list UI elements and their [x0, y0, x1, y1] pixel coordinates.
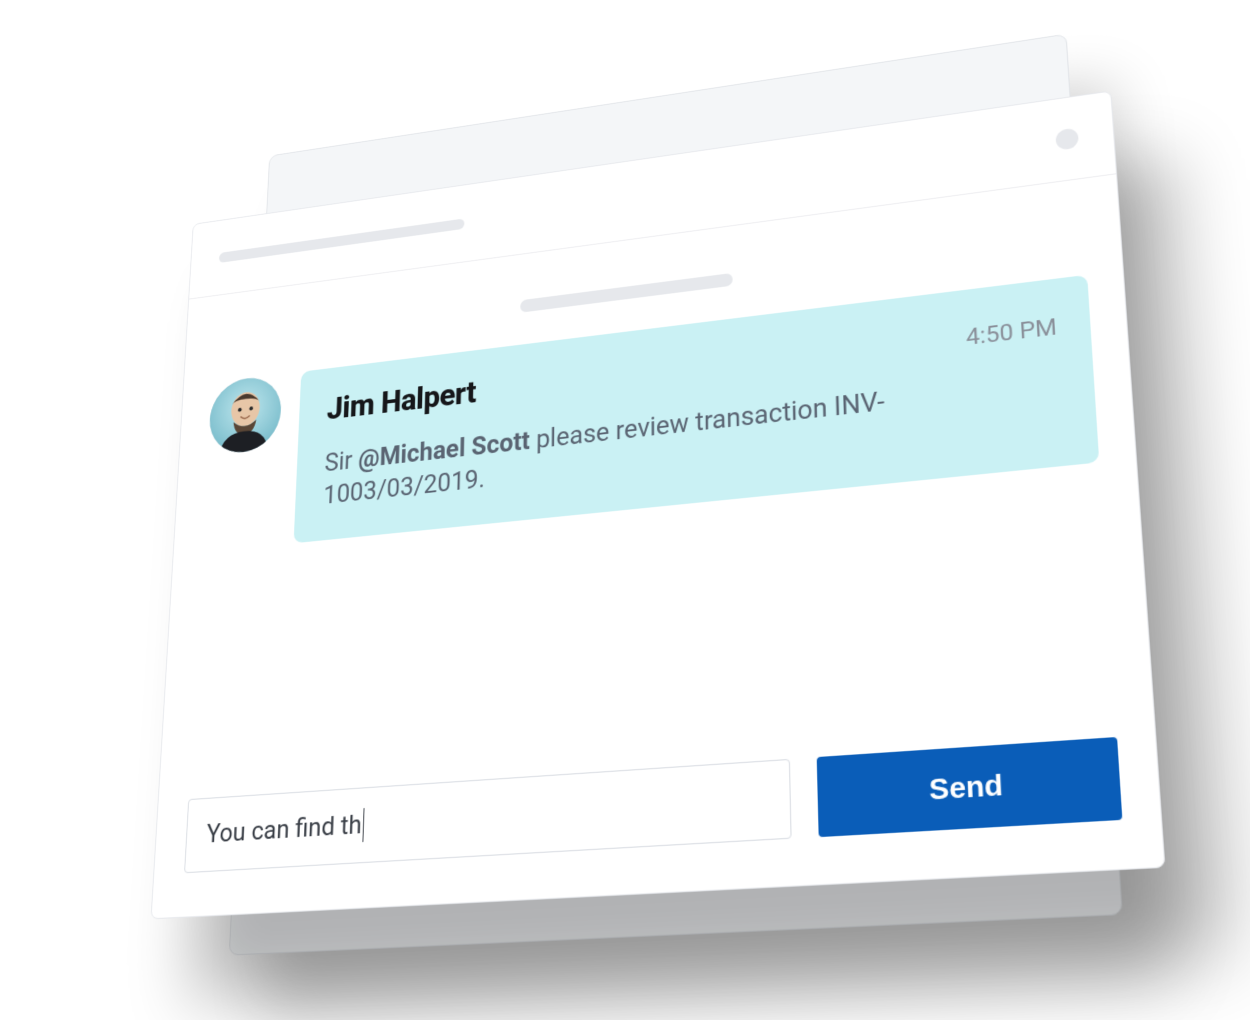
subtitle-placeholder [520, 273, 733, 313]
text-caret-icon [362, 808, 364, 842]
chat-window: Jim Halpert 4:50 PM Sir @Michael Scott p… [151, 90, 1166, 919]
title-placeholder [219, 218, 465, 263]
send-button[interactable]: Send [817, 737, 1123, 837]
mention[interactable]: @Michael Scott [358, 426, 530, 474]
